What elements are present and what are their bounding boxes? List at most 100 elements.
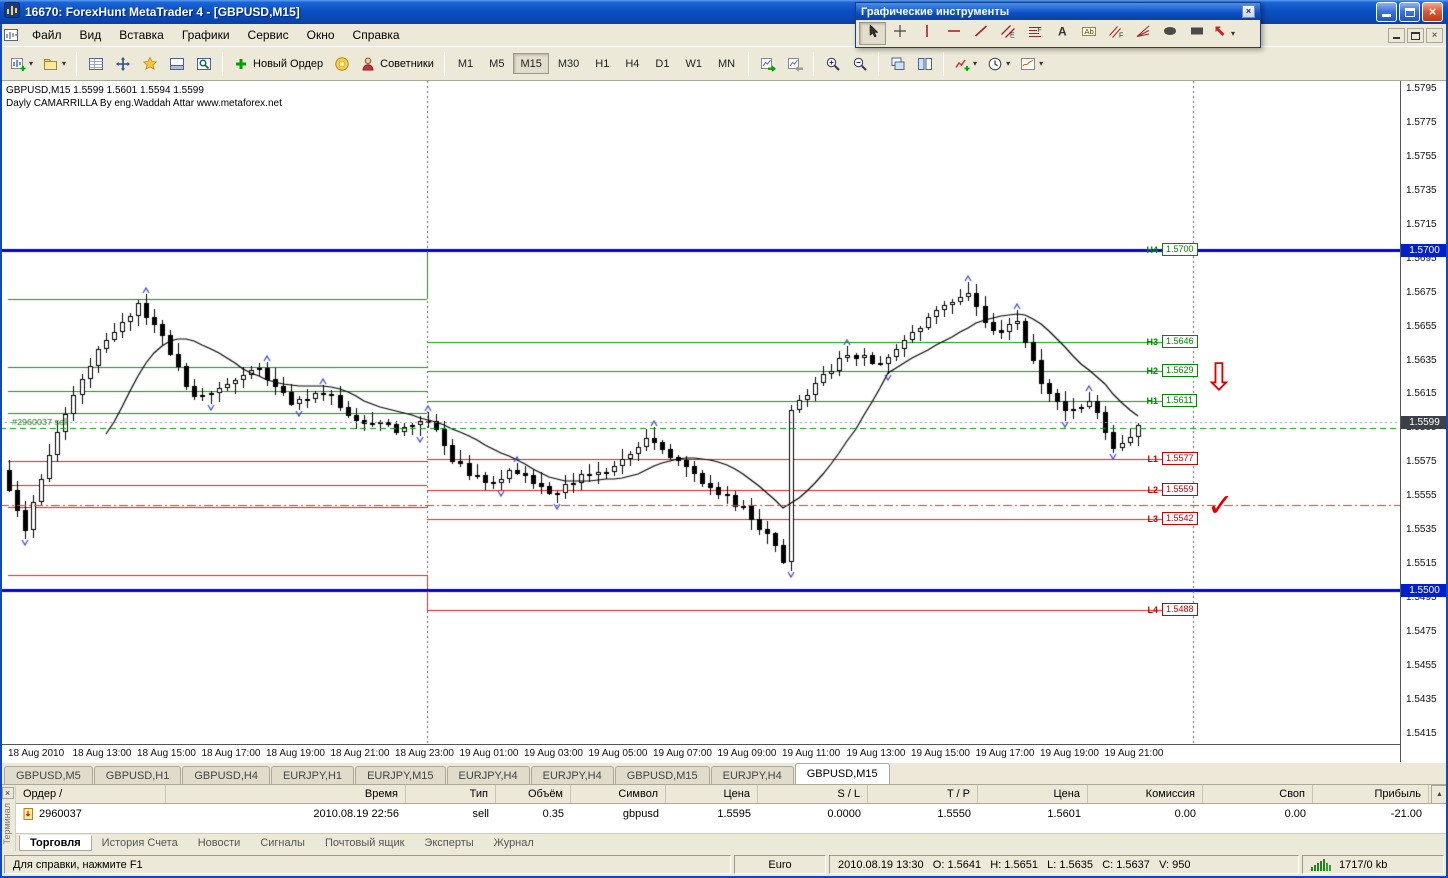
mdi-restore-button[interactable] bbox=[1407, 27, 1424, 43]
terminal-tab-1[interactable]: История Счета bbox=[92, 835, 188, 851]
menu-item-1[interactable]: Вид bbox=[71, 25, 111, 45]
timeframe-m15-button[interactable]: M15 bbox=[513, 53, 549, 74]
time-axis[interactable]: 18 Aug 2010 18 Aug 13:00 18 Aug 15:00 18 Au… bbox=[0, 744, 1400, 762]
terminal-toggle-button[interactable] bbox=[163, 51, 190, 76]
chart-tab-3-eurjpy-h1[interactable]: EURJPY,H1 bbox=[270, 766, 355, 784]
cascade-windows-button[interactable] bbox=[884, 51, 911, 76]
templates-button[interactable]: ▾ bbox=[1015, 51, 1048, 76]
column-header-2[interactable]: Тип bbox=[406, 785, 496, 803]
menu-item-4[interactable]: Сервис bbox=[239, 25, 298, 45]
cursor-tool-button[interactable] bbox=[859, 22, 886, 45]
timeframe-m1-button[interactable]: M1 bbox=[451, 53, 480, 74]
fibonacci-channel-tool-button[interactable]: F bbox=[1102, 22, 1129, 45]
chart-tab-5-eurjpy-h4[interactable]: EURJPY,H4 bbox=[446, 766, 530, 784]
menu-item-6[interactable]: Справка bbox=[344, 25, 409, 45]
menu-item-0[interactable]: Файл bbox=[23, 25, 71, 45]
column-header-0[interactable]: Ордер / bbox=[16, 785, 166, 803]
ellipse-tool-button[interactable] bbox=[1156, 22, 1183, 45]
window-controls: × bbox=[1376, 2, 1443, 22]
chart-tab-4-eurjpy-m15[interactable]: EURJPY,M15 bbox=[355, 766, 446, 784]
column-header-10[interactable]: Своп bbox=[1203, 785, 1313, 803]
trendline-tool-button[interactable] bbox=[967, 22, 994, 45]
timeframe-m30-button[interactable]: M30 bbox=[551, 53, 586, 74]
floating-toolbar-close-button[interactable]: × bbox=[1242, 5, 1255, 18]
price-tick-label: 1.5435 bbox=[1406, 694, 1437, 705]
chart-tab-0-gbpusd-m5[interactable]: GBPUSD,M5 bbox=[4, 766, 93, 784]
mdi-close-button[interactable]: × bbox=[1426, 27, 1443, 43]
indicators-button[interactable]: ▾ bbox=[949, 51, 982, 76]
chart-tab-1-gbpusd-h1[interactable]: GBPUSD,H1 bbox=[93, 766, 182, 784]
minimize-button[interactable] bbox=[1376, 2, 1397, 22]
menu-item-5[interactable]: Окно bbox=[298, 25, 344, 45]
terminal-tab-6[interactable]: Журнал bbox=[484, 835, 544, 851]
navigator-button[interactable] bbox=[136, 51, 163, 76]
crosshair-tool-button[interactable] bbox=[886, 22, 913, 45]
timeframe-d1-button[interactable]: D1 bbox=[648, 53, 676, 74]
chart-shift-button[interactable] bbox=[781, 51, 808, 76]
market-watch-button[interactable] bbox=[82, 51, 109, 76]
vertical-line-tool-button[interactable] bbox=[913, 22, 940, 45]
column-header-6[interactable]: S / L bbox=[758, 785, 868, 803]
new-order-button[interactable]: Новый Ордер bbox=[228, 51, 328, 76]
expert-advisors-button[interactable]: Советники bbox=[355, 51, 439, 76]
metaeditor-button[interactable] bbox=[328, 51, 355, 76]
terminal-tab-3[interactable]: Сигналы bbox=[250, 835, 315, 851]
column-header-9[interactable]: Комиссия bbox=[1088, 785, 1203, 803]
price-chart-canvas[interactable] bbox=[0, 81, 1400, 744]
periods-button[interactable]: ▾ bbox=[982, 51, 1015, 76]
horizontal-line-tool-button[interactable] bbox=[940, 22, 967, 45]
column-header-8[interactable]: Цена bbox=[978, 785, 1088, 803]
terminal-tab-4[interactable]: Почтовый ящик bbox=[315, 835, 414, 851]
timeframe-m5-button[interactable]: M5 bbox=[482, 53, 511, 74]
floating-toolbar-titlebar[interactable]: Графические инструменты × bbox=[856, 3, 1260, 20]
toolbar-separator bbox=[748, 51, 750, 76]
chart-tab-7-gbpusd-m15[interactable]: GBPUSD,M15 bbox=[614, 766, 710, 784]
rectangle-tool-button[interactable] bbox=[1183, 22, 1210, 45]
equidistant-channel-tool-button[interactable]: E bbox=[994, 22, 1021, 45]
level-label-l1: L1 1.5577 bbox=[1138, 452, 1198, 465]
fibonacci-retracement-tool-button[interactable]: F bbox=[1021, 22, 1048, 45]
terminal-tab-2[interactable]: Новости bbox=[188, 835, 251, 851]
menu-item-3[interactable]: Графики bbox=[173, 25, 239, 45]
new-chart-button[interactable]: ▾ bbox=[5, 51, 38, 76]
timeframe-h4-button[interactable]: H4 bbox=[618, 53, 646, 74]
red-check-object[interactable]: ✓ bbox=[1207, 489, 1234, 521]
profiles-button[interactable]: ▾ bbox=[38, 51, 71, 76]
tile-windows-button[interactable] bbox=[911, 51, 938, 76]
level-name: L4 bbox=[1147, 604, 1158, 615]
text-label-tool-button[interactable]: Ab bbox=[1075, 22, 1102, 45]
price-tick-label: 1.5735 bbox=[1406, 185, 1437, 196]
price-axis[interactable]: 1.5795 1.5775 1.5755 1.5735 1.5715 1.5695 1.56… bbox=[1400, 81, 1448, 762]
column-header-7[interactable]: T / P bbox=[868, 785, 978, 803]
timeframe-mn-button[interactable]: MN bbox=[711, 53, 742, 74]
timeframe-h1-button[interactable]: H1 bbox=[588, 53, 616, 74]
restore-button[interactable] bbox=[1399, 2, 1420, 22]
chart-tab-6-eurjpy-h4[interactable]: EURJPY,H4 bbox=[530, 766, 614, 784]
chart-tab-8-eurjpy-h4[interactable]: EURJPY,H4 bbox=[710, 766, 794, 784]
fibonacci-fan-tool-button[interactable] bbox=[1129, 22, 1156, 45]
close-button[interactable]: × bbox=[1422, 2, 1443, 22]
column-header-4[interactable]: Символ bbox=[571, 785, 666, 803]
terminal-tab-5[interactable]: Эксперты bbox=[414, 835, 483, 851]
chart-tab-9-gbpusd-m15[interactable]: GBPUSD,M15 bbox=[794, 763, 890, 784]
zoom-out-button[interactable] bbox=[846, 51, 873, 76]
strategy-tester-button[interactable] bbox=[190, 51, 217, 76]
data-window-button[interactable] bbox=[109, 51, 136, 76]
order-row[interactable]: 2960037 2010.08.19 22:56 sell 0.35 gbpusd 1.5… bbox=[16, 804, 1431, 824]
timeframe-w1-button[interactable]: W1 bbox=[678, 53, 709, 74]
terminal-close-button[interactable]: × bbox=[1, 787, 14, 799]
red-down-arrow-object[interactable]: ⇩ bbox=[1203, 359, 1235, 397]
terminal-tab-0[interactable]: Торговля bbox=[19, 834, 92, 851]
chart-tab-2-gbpusd-h4[interactable]: GBPUSD,H4 bbox=[182, 766, 270, 784]
arrows-tool-button[interactable]: ▾ bbox=[1210, 22, 1237, 45]
text-tool-button[interactable]: A bbox=[1048, 22, 1075, 45]
column-header-5[interactable]: Цена bbox=[666, 785, 758, 803]
autoscroll-button[interactable] bbox=[754, 51, 781, 76]
column-header-3[interactable]: Объём bbox=[496, 785, 571, 803]
zoom-in-button[interactable] bbox=[819, 51, 846, 76]
level-name: H3 bbox=[1146, 336, 1158, 347]
column-header-1[interactable]: Время bbox=[166, 785, 406, 803]
menu-item-2[interactable]: Вставка bbox=[110, 25, 173, 45]
column-header-11[interactable]: Прибыль bbox=[1313, 785, 1429, 803]
mdi-minimize-button[interactable] bbox=[1388, 27, 1405, 43]
